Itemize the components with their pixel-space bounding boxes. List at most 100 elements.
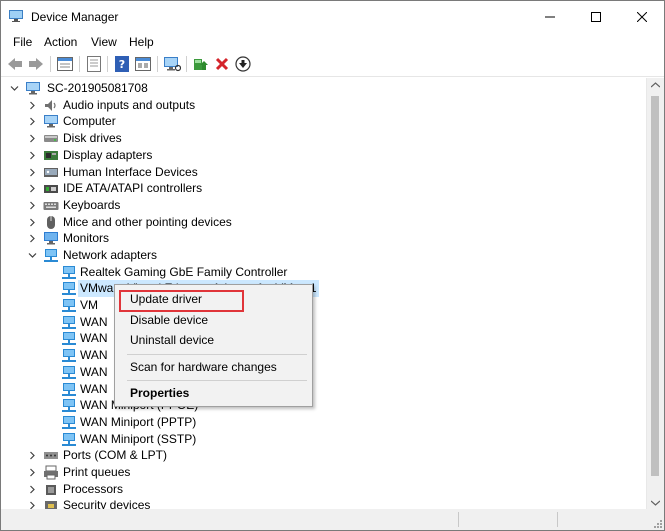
expand-chevron-icon[interactable] <box>28 180 37 197</box>
update-driver-icon <box>194 59 208 70</box>
forward-button[interactable] <box>27 55 45 73</box>
window-title: Device Manager <box>31 10 119 24</box>
toolbar-separator <box>107 56 108 72</box>
expand-chevron-icon[interactable] <box>28 113 37 130</box>
maximize-icon <box>591 11 601 22</box>
tree-category-node[interactable]: Audio inputs and outputs <box>1 97 641 114</box>
uninstall-button[interactable] <box>213 55 231 73</box>
tree-category-node[interactable]: Disk drives <box>1 130 641 147</box>
expand-chevron-icon[interactable] <box>28 197 37 214</box>
scroll-down-icon[interactable] <box>651 500 660 506</box>
help-button[interactable]: ? <box>113 55 131 73</box>
tree-category-node[interactable]: Human Interface Devices <box>1 164 641 181</box>
tree-device-node[interactable]: WAN <box>1 364 641 381</box>
vertical-scrollbar[interactable] <box>646 78 664 510</box>
close-button[interactable] <box>619 1 664 32</box>
maximize-button[interactable] <box>573 1 619 32</box>
tree-device-node[interactable]: WAN <box>1 330 641 347</box>
properties-icon <box>87 56 101 72</box>
tree-device-node[interactable]: VM <box>1 297 641 314</box>
display-icon <box>44 151 58 160</box>
show-hidden-icon <box>135 57 151 71</box>
minimize-button[interactable] <box>527 1 573 32</box>
expand-chevron-icon[interactable] <box>28 147 37 164</box>
context-separator <box>127 380 307 381</box>
expand-chevron-icon[interactable] <box>28 481 37 498</box>
tree-category-node[interactable]: Security devices <box>1 497 641 509</box>
network-icon <box>62 299 76 312</box>
expand-chevron-icon[interactable] <box>28 97 37 114</box>
tree-node-label: Processors <box>63 482 124 496</box>
tree-node-label: Disk drives <box>63 131 122 145</box>
properties-button[interactable] <box>85 55 103 73</box>
tree-node-label: Ports (COM & LPT) <box>63 448 168 462</box>
tree-device-node[interactable]: WAN Miniport (PPTP) <box>1 414 641 431</box>
network-icon <box>62 332 76 345</box>
vertical-scroll-thumb[interactable] <box>651 96 659 476</box>
tree-category-node[interactable]: Network adapters <box>1 247 641 264</box>
expand-chevron-icon[interactable] <box>28 230 37 247</box>
scan-hardware-button[interactable] <box>163 55 181 73</box>
menu-view[interactable]: View <box>91 35 117 49</box>
disable-device-button[interactable] <box>234 55 252 73</box>
tree-root-node[interactable]: SC-201905081708 <box>1 80 641 97</box>
expand-chevron-icon[interactable] <box>28 164 37 181</box>
tree-device-node[interactable]: WAN <box>1 314 641 331</box>
tree-category-node[interactable]: Computer <box>1 113 641 130</box>
context-scan-hardware[interactable]: Scan for hardware changes <box>130 357 277 377</box>
tree-device-node[interactable]: VMware Virtual Ethernet Adapter for VMne… <box>1 280 641 297</box>
expand-chevron-icon[interactable] <box>28 497 37 509</box>
resize-grip-icon[interactable] <box>652 518 662 528</box>
context-menu: Update driver Disable device Uninstall d… <box>114 284 313 407</box>
context-properties[interactable]: Properties <box>130 383 189 403</box>
menu-help[interactable]: Help <box>129 35 154 49</box>
collapse-chevron-icon[interactable] <box>10 80 19 97</box>
expand-chevron-icon[interactable] <box>28 464 37 481</box>
tree-category-node[interactable]: IDE ATA/ATAPI controllers <box>1 180 641 197</box>
tree-category-node[interactable]: Monitors <box>1 230 641 247</box>
menu-action[interactable]: Action <box>44 35 77 49</box>
uninstall-icon <box>215 57 229 71</box>
scroll-up-icon[interactable] <box>651 82 660 88</box>
expand-chevron-icon[interactable] <box>28 130 37 147</box>
tree-device-node[interactable]: WAN <box>1 381 641 398</box>
expand-chevron-icon[interactable] <box>28 214 37 231</box>
tree-device-node[interactable]: Realtek Gaming GbE Family Controller <box>1 264 641 281</box>
network-icon <box>62 349 76 362</box>
title-bar: Device Manager <box>1 1 664 32</box>
tree-node-label: Display adapters <box>63 148 153 162</box>
context-update-driver[interactable]: Update driver <box>130 289 202 309</box>
tree-category-node[interactable]: Processors <box>1 481 641 498</box>
back-button[interactable] <box>6 55 24 73</box>
status-divider <box>557 512 558 527</box>
tree-category-node[interactable]: Print queues <box>1 464 641 481</box>
tree-device-node[interactable]: WAN Miniport (SSTP) <box>1 431 641 448</box>
status-bar <box>1 509 664 530</box>
back-icon <box>8 58 22 70</box>
tree-category-node[interactable]: Keyboards <box>1 197 641 214</box>
tree-node-label: Computer <box>63 114 116 128</box>
show-hidden-button[interactable] <box>134 55 152 73</box>
update-driver-button[interactable] <box>192 55 210 73</box>
menu-file[interactable]: File <box>13 35 32 49</box>
monitor-icon <box>44 232 58 245</box>
context-disable-device[interactable]: Disable device <box>130 310 208 330</box>
menu-bar: File Action View Help <box>1 32 664 52</box>
network-icon <box>62 383 76 396</box>
computer-icon <box>44 115 58 128</box>
device-manager-app-icon <box>9 10 23 22</box>
expand-chevron-icon[interactable] <box>28 447 37 464</box>
forward-icon <box>29 58 43 70</box>
context-uninstall-device[interactable]: Uninstall device <box>130 330 214 350</box>
toolbar: ? <box>1 52 664 77</box>
tree-category-node[interactable]: Ports (COM & LPT) <box>1 447 641 464</box>
view-tree-button[interactable] <box>56 55 74 73</box>
tree-node-label: Network adapters <box>63 248 158 262</box>
tree-device-node[interactable]: WAN <box>1 347 641 364</box>
tree-category-node[interactable]: Mice and other pointing devices <box>1 214 641 231</box>
tree-category-node[interactable]: Display adapters <box>1 147 641 164</box>
tree-node-label: WAN Miniport (SSTP) <box>80 432 197 446</box>
collapse-chevron-icon[interactable] <box>28 247 37 264</box>
tree-node-label: VM <box>80 298 98 312</box>
tree-device-node[interactable]: WAN Miniport (PPOE) <box>1 397 641 414</box>
